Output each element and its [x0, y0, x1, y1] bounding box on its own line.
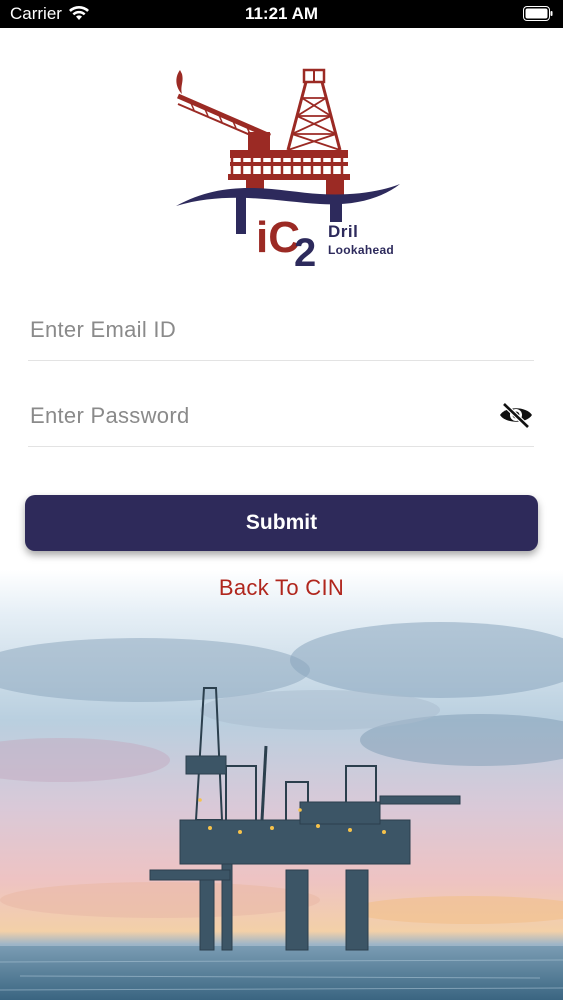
offshore-rig-background	[0, 570, 563, 1000]
svg-text:2: 2	[294, 231, 316, 274]
email-input[interactable]	[28, 300, 472, 360]
status-bar: Carrier 11:21 AM	[0, 0, 563, 28]
password-input[interactable]	[28, 386, 472, 446]
submit-button[interactable]: Submit	[25, 495, 538, 551]
logo-text-lookahead: Lookahead	[328, 243, 395, 257]
status-time: 11:21 AM	[244, 4, 319, 23]
eye-slash-icon[interactable]	[498, 400, 534, 430]
password-field-container	[28, 386, 534, 447]
logo-text-dril: Dril	[328, 222, 359, 241]
back-to-cin-link[interactable]: Back To CIN	[0, 575, 563, 601]
email-field-container	[28, 300, 534, 361]
battery-icon	[523, 6, 553, 21]
